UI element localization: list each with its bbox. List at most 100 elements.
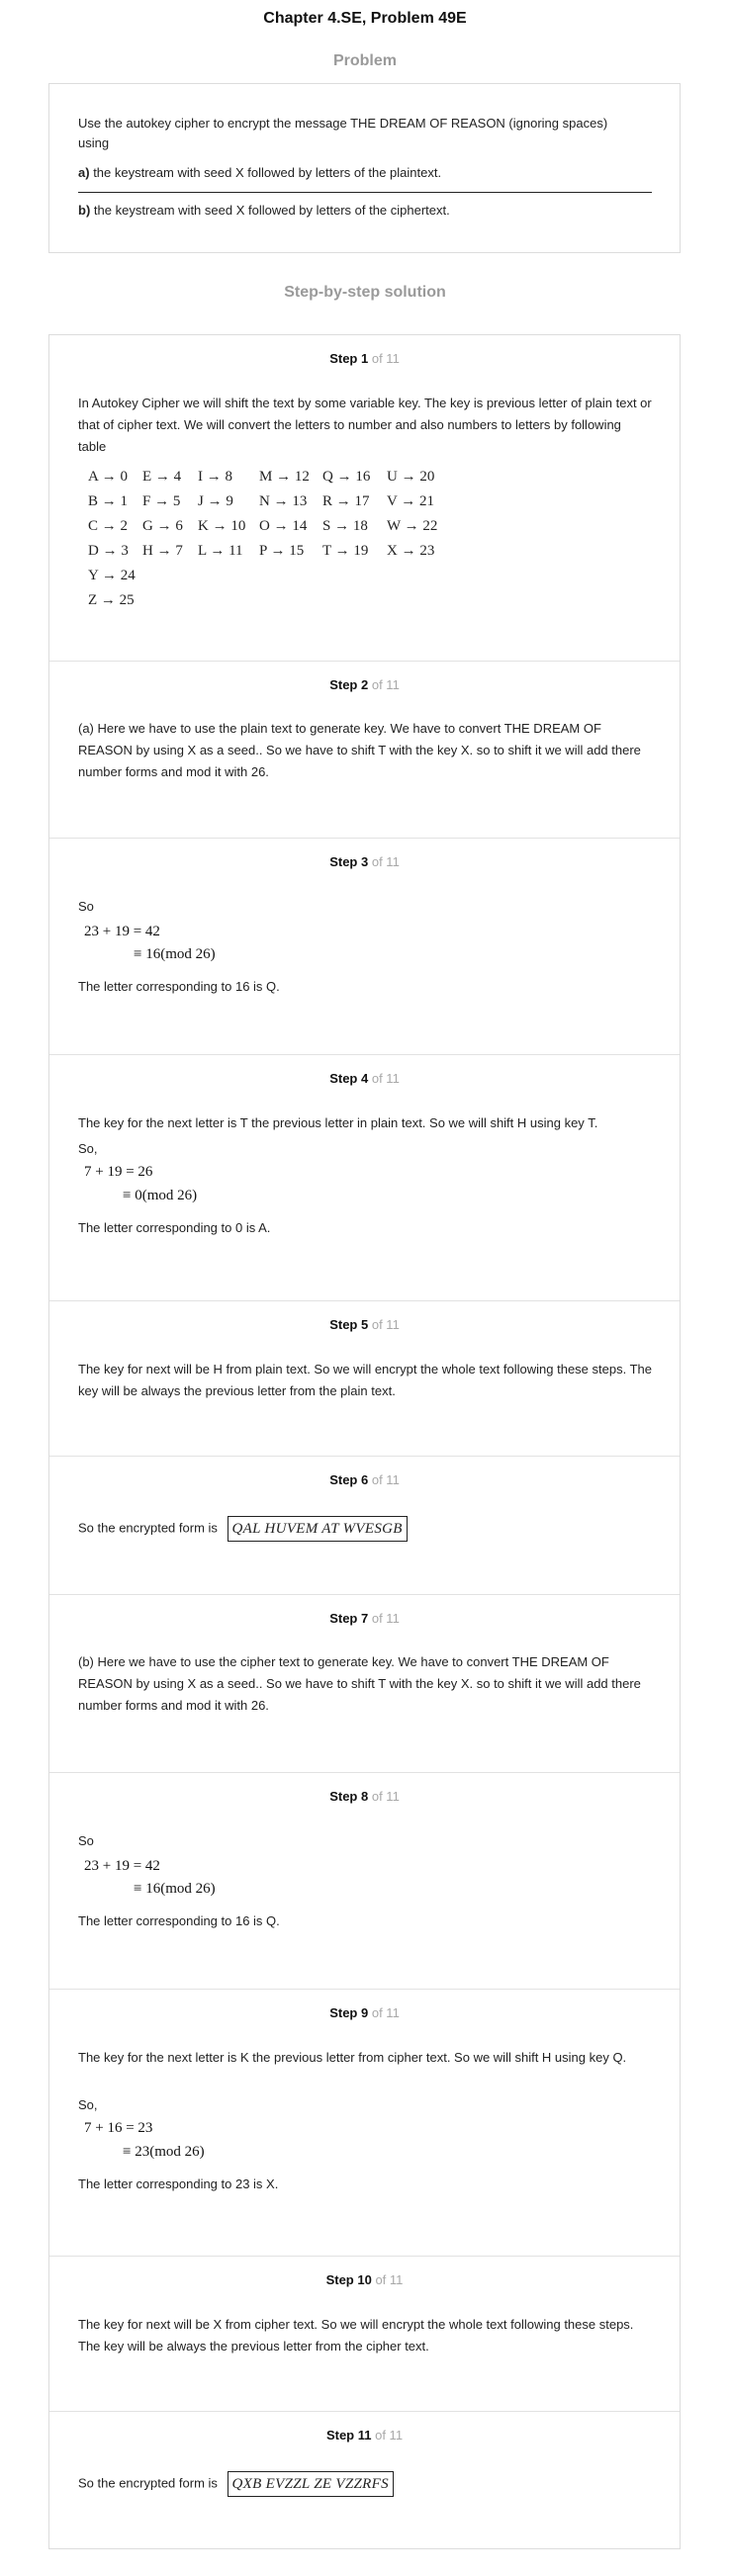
equation-line: ≡ 0(mod 26) [123,1188,198,1203]
table-cell: H → 7 [142,543,183,559]
solution-heading: Step-by-step solution [284,284,446,301]
step-text: So, [78,1141,98,1156]
table-cell: W → 22 [387,518,438,534]
step-3: Step 3 of 11 So 23 + 19 = 42 ≡ 16(mod 26… [49,839,680,1055]
step-10: Step 10 of 11 The key for next will be X… [49,2257,680,2412]
step-result: The letter corresponding to 0 is A. [78,1220,271,1235]
table-cell: A → 0 [88,469,129,485]
problem-heading: Problem [332,52,397,69]
step-2: Step 2 of 11 (a) Here we have to use the… [49,662,680,839]
table-cell: M → 12 [259,469,310,485]
step-count: of 11 [371,1611,400,1626]
equation-line: 23 + 19 = 42 [84,924,160,939]
equation-line: ≡ 16(mod 26) [134,1881,216,1897]
step-9: Step 9 of 11 The key for the next letter… [49,1990,680,2257]
table-cell: C → 2 [88,518,129,534]
step-header: Step 8 of 11 [49,1789,680,1804]
step-answer-line: So the encrypted form is QAL HUVEM AT WV… [78,1516,652,1542]
step-header: Step 7 of 11 [49,1611,680,1626]
table-cell: L → 11 [198,543,243,559]
step-header: Step 5 of 11 [49,1317,680,1332]
step-text: So the encrypted form is [78,2475,218,2491]
step-count: of 11 [371,351,400,366]
step-answer-line: So the encrypted form is QXB EVZZL ZE VZ… [78,2471,652,2497]
page-title: Chapter 4.SE, Problem 49E [263,10,467,27]
step-count: of 11 [375,2272,404,2287]
step-label: Step 7 [329,1611,369,1626]
problem-part-a: a) the keystream with seed X followed by… [78,164,441,182]
problem-part-b: b) the keystream with seed X followed by… [78,202,450,220]
table-cell: N → 13 [259,493,308,509]
equation-line: 7 + 16 = 23 [84,2120,153,2136]
step-count: of 11 [371,2005,400,2020]
step-header: Step 9 of 11 [49,2005,680,2020]
problem-intro: Use the autokey cipher to encrypt the me… [78,116,608,150]
step-count: of 11 [371,854,400,869]
step-header: Step 6 of 11 [49,1472,680,1487]
table-cell: I → 8 [198,469,232,485]
step-header: Step 10 of 11 [49,2272,680,2287]
table-cell: U → 20 [387,469,435,485]
solution-card: Step 1 of 11 In Autokey Cipher we will s… [48,334,681,2549]
step-8: Step 8 of 11 So 23 + 19 = 42 ≡ 16(mod 26… [49,1773,680,1990]
step-result: The letter corresponding to 23 is X. [78,2176,279,2191]
step-text: The key for next will be H from plain te… [78,1362,652,1398]
step-11: Step 11 of 11 So the encrypted form is Q… [49,2412,680,2548]
step-5: Step 5 of 11 The key for next will be H … [49,1301,680,1457]
table-cell: S → 18 [322,518,368,534]
step-count: of 11 [371,1472,400,1487]
table-cell: Q → 16 [322,469,371,485]
equation-line: ≡ 16(mod 26) [134,946,216,962]
step-header: Step 1 of 11 [49,351,680,366]
step-result: The letter corresponding to 16 is Q. [78,979,280,994]
step-text: In Autokey Cipher we will shift the text… [78,396,652,454]
step-label: Step 10 [325,2272,372,2287]
step-text: (a) Here we have to use the plain text t… [78,721,641,779]
table-cell: B → 1 [88,493,129,509]
table-cell: X → 23 [387,543,435,559]
table-cell: F → 5 [142,493,181,509]
table-cell: O → 14 [259,518,308,534]
step-text: The key for the next letter is K the pre… [78,2050,627,2065]
table-cell: G → 6 [142,518,183,534]
step-text: (b) Here we have to use the cipher text … [78,1654,641,1713]
step-label: Step 3 [329,854,369,869]
table-cell: V → 21 [387,493,435,509]
step-1: Step 1 of 11 In Autokey Cipher we will s… [49,335,680,662]
step-label: Step 1 [329,351,369,366]
equation-line: 23 + 19 = 42 [84,1858,160,1874]
part-a-text: the keystream with seed X followed by le… [93,165,442,180]
equation-line: ≡ 23(mod 26) [123,2144,205,2160]
part-b-text: the keystream with seed X followed by le… [93,203,450,218]
table-cell: R → 17 [322,493,370,509]
step-text: So, [78,2097,98,2112]
part-a-label: a) [78,165,90,180]
step-header: Step 2 of 11 [49,677,680,692]
equation-line: 7 + 19 = 26 [84,1164,153,1180]
step-text: So [78,1833,94,1848]
table-cell: K → 10 [198,518,246,534]
step-4: Step 4 of 11 The key for the next letter… [49,1055,680,1301]
step-label: Step 2 [329,677,369,692]
divider [78,192,652,193]
table-cell: Y → 24 [88,568,136,583]
step-count: of 11 [371,1317,400,1332]
step-label: Step 11 [325,2428,372,2443]
step-header: Step 11 of 11 [49,2428,680,2443]
step-text: So [78,899,94,914]
step-label: Step 6 [329,1472,369,1487]
step-count: of 11 [375,2428,404,2443]
step-header: Step 4 of 11 [49,1071,680,1086]
table-cell: J → 9 [198,493,233,509]
table-cell: E → 4 [142,469,182,485]
table-cell: P → 15 [259,543,305,559]
step-header: Step 3 of 11 [49,854,680,869]
step-label: Step 9 [329,2005,369,2020]
step-text: So the encrypted form is [78,1520,218,1536]
table-cell: Z → 25 [88,592,135,608]
step-label: Step 5 [329,1317,369,1332]
table-cell: T → 19 [322,543,369,559]
answer-box: QAL HUVEM AT WVESGB [227,1516,408,1542]
step-label: Step 8 [329,1789,369,1804]
step-6: Step 6 of 11 So the encrypted form is QA… [49,1457,680,1595]
